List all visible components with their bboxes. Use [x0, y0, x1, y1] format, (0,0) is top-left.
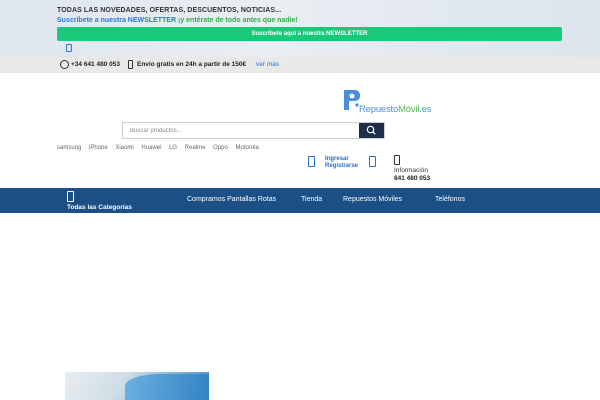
banner-toggle-icon[interactable] [66, 44, 72, 52]
logo-text-es: .es [419, 104, 432, 115]
brand-link-realme[interactable]: Realme [185, 145, 206, 151]
logo-text: RepuestoMóvil.es [359, 104, 432, 115]
shipping-more-link[interactable]: ver más [256, 61, 279, 68]
brand-link-huawei[interactable]: Huawei [141, 145, 161, 151]
categories-menu-label[interactable]: Todas las Categorías [67, 204, 132, 213]
banner-image[interactable] [65, 372, 209, 400]
logo-text-movil: Móvil [398, 104, 420, 115]
nav-item-telefonos[interactable]: Teléfonos [435, 196, 465, 203]
nav-item-compramos[interactable]: Compramos Pantallas Rotas [187, 196, 276, 203]
promo-headline: TODAS LAS NOVEDADES, OFERTAS, DESCUENTOS… [57, 7, 282, 14]
brand-link-samsung[interactable]: samsung [57, 145, 81, 151]
contact-phone[interactable]: +34 641 480 053 [71, 61, 120, 68]
info-label: Información [394, 167, 428, 174]
user-icon[interactable] [308, 156, 315, 167]
main-nav: Todas las Categorías Compramos Pantallas… [0, 188, 600, 213]
search-icon [366, 125, 376, 135]
search-bar [122, 122, 385, 139]
newsletter-banner: TODAS LAS NOVEDADES, OFERTAS, DESCUENTOS… [0, 0, 600, 57]
brand-link-lg[interactable]: LG [169, 145, 177, 151]
shipping-info: Envío gratis en 24h a partir de 150€ [137, 61, 247, 68]
info-phone[interactable]: 841 480 053 [394, 175, 430, 182]
login-link[interactable]: Ingresar [325, 156, 349, 162]
whatsapp-icon [60, 60, 69, 69]
cart-icon[interactable] [369, 156, 376, 167]
promo-subline-blue: Suscríbete a nuestra NEWSLETTER [57, 17, 177, 24]
nav-item-repuestos[interactable]: Repuestos Móviles [343, 196, 402, 203]
logo-text-repuesto: Repuesto [359, 104, 399, 115]
brand-links: samsung iPhone Xiaomi Huawei LG Realme O… [57, 145, 265, 151]
shipping-icon [128, 60, 133, 69]
brand-link-xiaomi[interactable]: Xiaomi [115, 145, 133, 151]
brand-link-motorola[interactable]: Motorola [236, 145, 259, 151]
site-logo[interactable]: RepuestoMóvil.es [342, 88, 452, 118]
newsletter-subscribe-button[interactable]: Suscríbete aquí a nuestra NEWSLETTER [57, 27, 562, 41]
search-input[interactable] [123, 123, 360, 138]
brand-link-oppo[interactable]: Oppo [213, 145, 228, 151]
promo-subline: Suscríbete a nuestra NEWSLETTER ¡y entér… [57, 17, 298, 24]
top-info-bar: +34 641 480 053 Envío gratis en 24h a pa… [0, 57, 600, 73]
register-link[interactable]: Registrarse [325, 163, 358, 169]
phone-icon [394, 155, 400, 165]
brand-link-iphone[interactable]: iPhone [89, 145, 108, 151]
promo-subline-green: ¡y entérate de todo antes que nadie! [177, 17, 298, 24]
page: TODAS LAS NOVEDADES, OFERTAS, DESCUENTOS… [0, 0, 600, 400]
categories-menu-icon[interactable] [67, 191, 74, 202]
nav-item-tienda[interactable]: Tienda [301, 196, 322, 203]
search-button[interactable] [359, 123, 384, 138]
glove-image-shape [125, 374, 209, 400]
